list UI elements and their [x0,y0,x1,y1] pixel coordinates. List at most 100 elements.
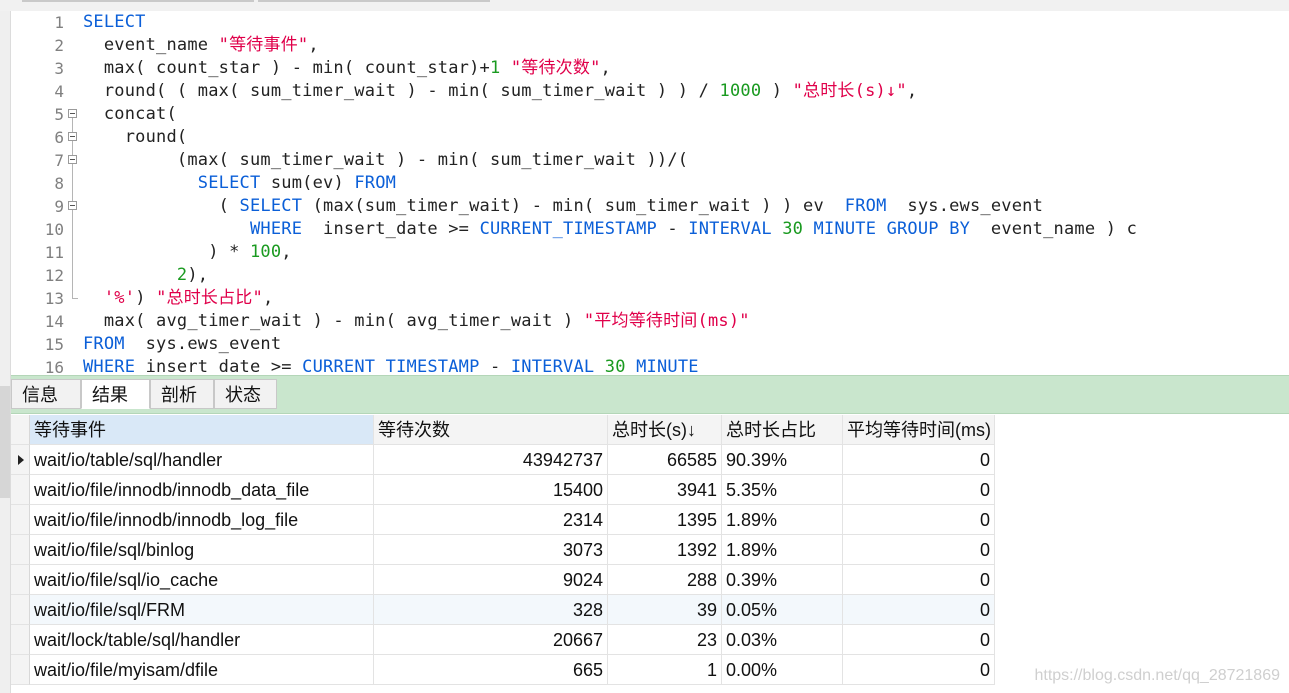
table-cell[interactable]: 39 [608,595,722,625]
fold-gutter[interactable] [68,195,80,218]
sql-editor[interactable]: 1 SELECT 2 event_name "等待事件", 3 max( count_… [11,11,1289,373]
fold-gutter [68,333,80,356]
column-header[interactable]: 等待次数 [374,415,608,445]
tab-1[interactable]: 信息 [11,379,81,409]
row-indicator[interactable] [11,655,30,685]
table-cell[interactable]: 0 [843,475,995,505]
table-cell[interactable]: 1392 [608,535,722,565]
table-cell[interactable]: wait/io/table/sql/handler [30,445,374,475]
left-scrollbar[interactable] [0,11,11,693]
row-indicator[interactable] [11,505,30,535]
code-token-num: 30 [604,357,626,373]
table-cell[interactable]: 0 [843,625,995,655]
table-cell[interactable]: 0 [843,595,995,625]
top-tab-1[interactable] [22,0,254,2]
code-line[interactable]: 12 2), [11,264,1289,287]
table-cell[interactable]: 0.05% [722,595,843,625]
code-line[interactable]: 15 FROM sys.ews_event [11,333,1289,356]
code-line[interactable]: 3 max( count_star ) - min( count_star)+1… [11,57,1289,80]
table-cell[interactable]: 43942737 [374,445,608,475]
code-line[interactable]: 9 ( SELECT (max(sum_timer_wait) - min( s… [11,195,1289,218]
table-cell[interactable]: 5.35% [722,475,843,505]
table-cell[interactable]: 20667 [374,625,608,655]
table-cell[interactable]: 328 [374,595,608,625]
table-cell[interactable]: 1395 [608,505,722,535]
column-header[interactable]: 总时长(s)↓ [608,415,722,445]
table-cell[interactable]: 15400 [374,475,608,505]
tab-3[interactable]: 剖析 [150,379,214,409]
code-line[interactable]: 10 WHERE insert_date >= CURRENT_TIMESTAM… [11,218,1289,241]
row-indicator[interactable] [11,475,30,505]
column-header[interactable]: 总时长占比 [722,415,843,445]
row-indicator[interactable] [11,625,30,655]
table-cell[interactable]: 3941 [608,475,722,505]
table-cell[interactable]: 1.89% [722,535,843,565]
table-cell[interactable]: 90.39% [722,445,843,475]
code-line[interactable]: 13 '%') "总时长占比", [11,287,1289,310]
fold-gutter[interactable] [68,126,80,149]
table-cell[interactable]: 0.03% [722,625,843,655]
code-line[interactable]: 5 concat( [11,103,1289,126]
table-cell[interactable]: 23 [608,625,722,655]
table-cell[interactable]: 0 [843,445,995,475]
table-cell[interactable]: 9024 [374,565,608,595]
fold-gutter[interactable] [68,149,80,172]
code-token: (max( sum_timer_wait ) - min( sum_timer_… [83,150,689,170]
column-header[interactable]: 平均等待时间(ms) [843,415,995,445]
code-line[interactable]: 6 round( [11,126,1289,149]
table-cell[interactable]: 2314 [374,505,608,535]
fold-gutter [68,356,80,373]
table-cell[interactable]: wait/lock/table/sql/handler [30,625,374,655]
table-cell[interactable]: wait/io/file/sql/io_cache [30,565,374,595]
line-number: 7 [54,151,64,170]
code-text: max( count_star ) - min( count_star)+1 "… [83,57,611,80]
table-cell[interactable]: wait/io/file/myisam/dfile [30,655,374,685]
code-text: ( SELECT (max(sum_timer_wait) - min( sum… [83,195,1043,218]
tab-2[interactable]: 结果 1 [81,379,150,435]
code-line[interactable]: 14 max( avg_timer_wait ) - min( avg_time… [11,310,1289,333]
code-token: ), [187,265,209,285]
fold-collapse-icon[interactable] [68,155,77,164]
table-cell[interactable]: 0 [843,565,995,595]
fold-gutter[interactable] [68,103,80,126]
code-token: , [281,242,292,262]
fold-collapse-icon[interactable] [68,109,77,118]
code-line[interactable]: 8 SELECT sum(ev) FROM [11,172,1289,195]
row-indicator[interactable] [11,565,30,595]
code-token-kw: INTERVAL [510,357,595,373]
table-cell[interactable]: 0 [843,535,995,565]
left-scrollbar-thumb[interactable] [0,386,10,498]
table-cell[interactable]: 1.89% [722,505,843,535]
code-line[interactable]: 1 SELECT [11,11,1289,34]
table-cell[interactable]: 1 [608,655,722,685]
row-indicator[interactable] [11,445,30,475]
table-cell[interactable]: 665 [374,655,608,685]
table-cell[interactable]: 0.00% [722,655,843,685]
code-text: (max( sum_timer_wait ) - min( sum_timer_… [83,149,688,172]
table-cell[interactable]: wait/io/file/innodb/innodb_log_file [30,505,374,535]
code-line[interactable]: 2 event_name "等待事件", [11,34,1289,57]
code-line[interactable]: 11 ) * 100, [11,241,1289,264]
table-cell[interactable]: 0 [843,655,995,685]
column-header[interactable]: 等待事件 [30,415,374,445]
table-cell[interactable]: 3073 [374,535,608,565]
code-line[interactable]: 4 round( ( max( sum_timer_wait ) - min( … [11,80,1289,103]
table-cell[interactable]: 0 [843,505,995,535]
tab-4[interactable]: 状态 [214,379,277,409]
table-cell[interactable]: 0.39% [722,565,843,595]
result-grid[interactable]: 等待事件 等待次数 总时长(s)↓ 总时长占比 平均等待时间(ms) wait/io/ta… [11,415,1289,693]
code-line[interactable]: 7 (max( sum_timer_wait ) - min( sum_time… [11,149,1289,172]
top-tab-2[interactable] [258,0,490,2]
table-cell[interactable]: 66585 [608,445,722,475]
fold-collapse-icon[interactable] [68,132,77,141]
table-cell[interactable]: wait/io/file/innodb/innodb_data_file [30,475,374,505]
fold-collapse-icon[interactable] [68,201,77,210]
table-cell[interactable]: wait/io/file/sql/binlog [30,535,374,565]
table-cell[interactable]: 288 [608,565,722,595]
row-indicator[interactable] [11,535,30,565]
code-line[interactable]: 16 WHERE insert_date >= CURRENT_TIMESTAMP… [11,356,1289,373]
row-indicator[interactable] [11,595,30,625]
table-cell[interactable]: wait/io/file/sql/FRM [30,595,374,625]
